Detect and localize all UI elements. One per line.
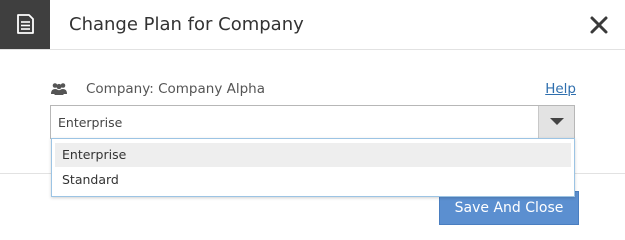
caret-down-icon	[550, 118, 564, 125]
plan-select-value: Enterprise	[58, 115, 123, 130]
company-label: Company: Company Alpha	[86, 81, 265, 97]
plan-dropdown-list: Enterprise Standard	[51, 138, 575, 197]
plan-select[interactable]: Enterprise	[50, 105, 575, 139]
dialog-header: Change Plan for Company	[0, 0, 625, 50]
change-plan-dialog: Change Plan for Company Company: Company…	[0, 0, 625, 240]
document-icon	[17, 14, 34, 34]
page-title: Change Plan for Company	[69, 14, 304, 35]
users-icon	[51, 83, 67, 95]
close-button[interactable]	[588, 14, 610, 36]
plan-select-toggle[interactable]	[538, 106, 574, 138]
header-icon-box	[0, 0, 50, 49]
plan-option-enterprise[interactable]: Enterprise	[55, 143, 571, 167]
company-row: Company: Company Alpha Help	[50, 80, 576, 100]
help-link[interactable]: Help	[545, 81, 576, 97]
plan-option-standard[interactable]: Standard	[55, 168, 571, 192]
close-icon	[590, 16, 608, 34]
